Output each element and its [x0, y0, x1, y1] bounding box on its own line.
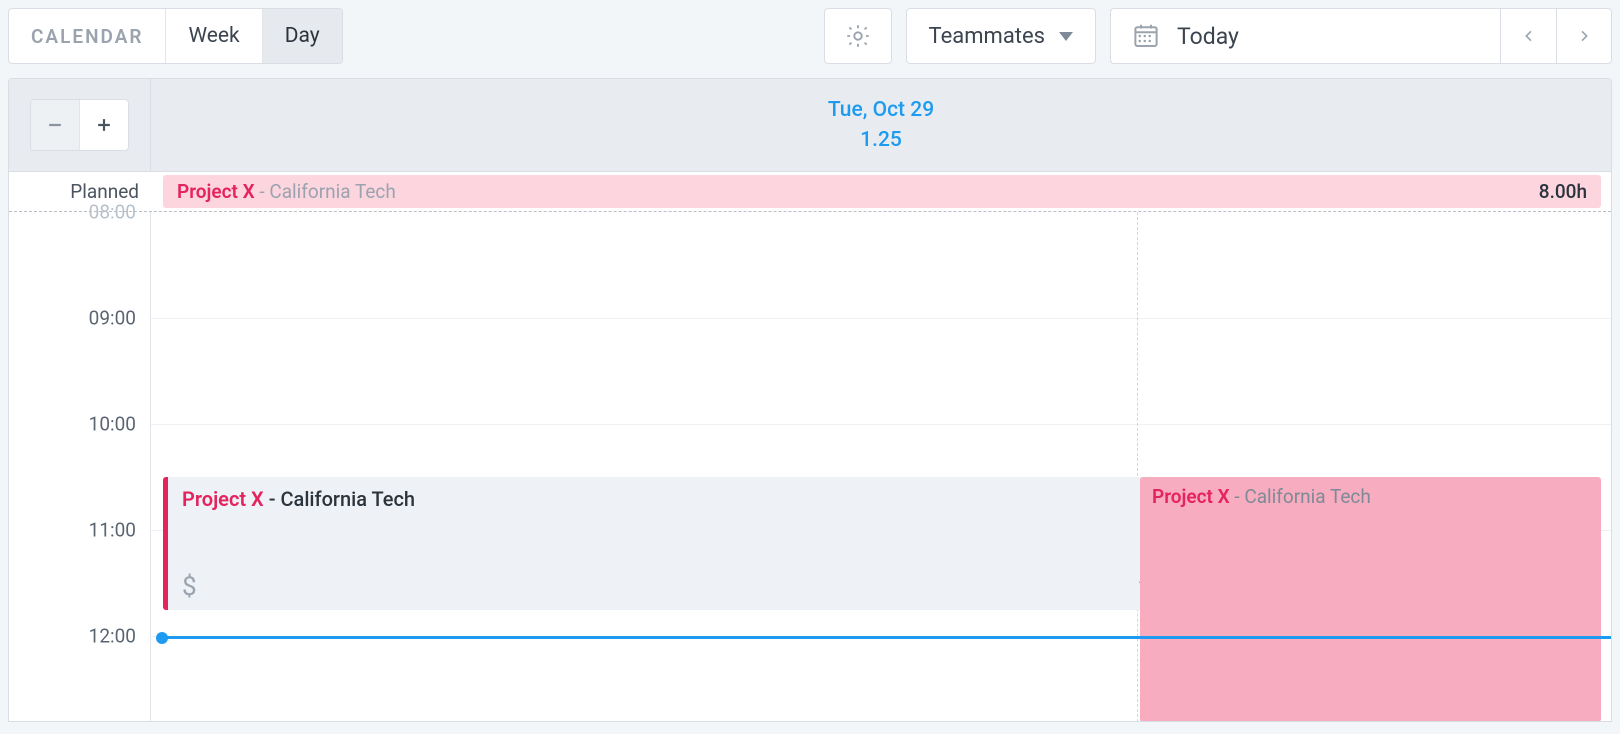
hour-09: 09:00 — [89, 307, 136, 330]
grid-line — [151, 318, 1611, 319]
zoom-controls — [9, 79, 151, 171]
planned-event-block[interactable]: Project X - California Tech — [1140, 477, 1601, 722]
hour-gutter: 08:00 09:00 10:00 11:00 12:00 — [9, 212, 151, 722]
calendar: Tue, Oct 29 1.25 Planned Project X - Cal… — [8, 78, 1612, 722]
view-switcher: CALENDAR Week Day — [8, 8, 343, 64]
current-time-indicator — [161, 636, 1611, 639]
date-label: Tue, Oct 29 — [828, 98, 934, 122]
settings-button[interactable] — [824, 8, 892, 64]
planned-bar[interactable]: Project X - California Tech 8.00h — [163, 175, 1601, 208]
billable-icon: $ — [182, 572, 197, 602]
time-entry[interactable]: Project X - California Tech $ 1.25 — [163, 477, 1191, 610]
calendar-grid[interactable]: Project X - California Tech $ 1.25 Proje… — [151, 212, 1611, 722]
next-day-button[interactable] — [1556, 8, 1612, 64]
teammates-label: Teammates — [929, 24, 1045, 49]
hour-11: 11:00 — [89, 519, 136, 542]
hour-12: 12:00 — [89, 625, 136, 648]
minus-icon — [45, 115, 65, 135]
calendar-icon — [1131, 21, 1161, 51]
tab-week[interactable]: Week — [166, 9, 261, 63]
calendar-label: CALENDAR — [9, 9, 165, 63]
hour-10: 10:00 — [89, 413, 136, 436]
planned-block-project: Project X — [1152, 485, 1230, 508]
gear-icon — [844, 22, 872, 50]
grid-line — [151, 424, 1611, 425]
tab-day[interactable]: Day — [263, 9, 342, 63]
entry-client-name: - California Tech — [269, 487, 415, 511]
zoom-in-button[interactable] — [80, 100, 128, 150]
entry-project-name: Project X — [182, 487, 264, 511]
today-button[interactable]: Today — [1110, 8, 1500, 64]
chevron-left-icon — [1521, 28, 1537, 44]
toolbar: CALENDAR Week Day Teammates — [0, 0, 1620, 78]
prev-day-button[interactable] — [1500, 8, 1556, 64]
plus-icon — [94, 115, 114, 135]
planned-client-name: - California Tech — [259, 180, 395, 203]
date-total-hours: 1.25 — [860, 128, 902, 152]
hour-08: 08:00 — [89, 201, 136, 224]
date-nav: Today — [1110, 8, 1612, 64]
calendar-body[interactable]: 08:00 09:00 10:00 11:00 12:00 Project X … — [9, 212, 1611, 722]
chevron-down-icon — [1059, 32, 1073, 41]
date-header[interactable]: Tue, Oct 29 1.25 — [151, 79, 1611, 171]
planned-project-name: Project X — [177, 180, 255, 203]
calendar-header: Tue, Oct 29 1.25 — [9, 79, 1611, 172]
today-label: Today — [1177, 23, 1239, 50]
column-divider — [1137, 212, 1138, 722]
planned-hours: 8.00h — [1539, 180, 1587, 203]
teammates-dropdown[interactable]: Teammates — [906, 8, 1096, 64]
zoom-out-button[interactable] — [31, 100, 79, 150]
planned-block-client: - California Tech — [1234, 485, 1370, 508]
chevron-right-icon — [1576, 28, 1592, 44]
planned-row: Planned Project X - California Tech 8.00… — [9, 172, 1611, 212]
